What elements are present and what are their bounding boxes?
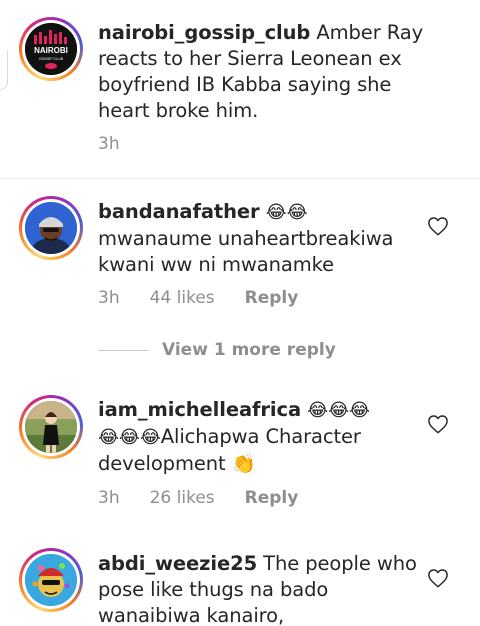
likes-count[interactable]: 26 likes: [150, 488, 215, 508]
avatar[interactable]: [19, 548, 83, 612]
comment-username[interactable]: abdi_weezie25: [98, 552, 257, 575]
reply-button[interactable]: Reply: [245, 488, 299, 508]
view-more-replies-label[interactable]: View 1 more reply: [162, 340, 336, 360]
comment-meta: 3h 44 likes Reply: [98, 288, 328, 308]
comment-username[interactable]: iam_michelleafrica: [98, 398, 301, 421]
view-more-replies[interactable]: View 1 more reply: [98, 340, 336, 360]
svg-text:NAIROBI: NAIROBI: [34, 46, 68, 55]
laughing-emoji: 😂😂: [265, 202, 308, 223]
laughing-emoji: 😂😂😂: [98, 427, 161, 448]
profile-photo: [25, 554, 77, 606]
comment-text: iam_michelleafrica 😂😂😂 😂😂😂Alichapwa Char…: [98, 397, 428, 477]
comment-username[interactable]: bandanafather: [98, 200, 260, 223]
svg-text:GOSSIP CLUB: GOSSIP CLUB: [39, 57, 64, 61]
profile-photo: [25, 202, 77, 254]
comment-time: 3h: [98, 288, 120, 308]
comment-text: nairobi_gossip_club Amber Ray reacts to …: [98, 20, 428, 124]
like-heart-icon[interactable]: [427, 216, 449, 236]
likes-count[interactable]: 44 likes: [150, 288, 215, 308]
comment-text: abdi_weezie25 The people who pose like t…: [98, 551, 428, 626]
avatar[interactable]: NAIROBI GOSSIP CLUB: [19, 17, 83, 81]
caption-divider: [0, 178, 480, 179]
side-panel-edge: [0, 50, 8, 90]
comment-meta: 3h: [98, 134, 150, 154]
comment-time: 3h: [98, 488, 120, 508]
like-heart-icon[interactable]: [427, 568, 449, 588]
replies-line: [98, 349, 148, 351]
avatar[interactable]: [19, 196, 83, 260]
nairobi-gossip-club-logo: NAIROBI GOSSIP CLUB: [25, 23, 77, 75]
comment-time: 3h: [98, 134, 120, 154]
like-heart-icon[interactable]: [427, 414, 449, 434]
reply-button[interactable]: Reply: [245, 288, 299, 308]
avatar[interactable]: [19, 395, 83, 459]
comment-username[interactable]: nairobi_gossip_club: [98, 21, 310, 44]
profile-photo: [25, 401, 77, 453]
laughing-emoji: 😂😂😂: [307, 400, 370, 421]
comment-meta: 3h 26 likes Reply: [98, 488, 328, 508]
comment-body: mwanaume unaheartbreakiwa kwani ww ni mw…: [98, 227, 394, 276]
comment-text: bandanafather 😂😂 mwanaume unaheartbreaki…: [98, 199, 428, 278]
